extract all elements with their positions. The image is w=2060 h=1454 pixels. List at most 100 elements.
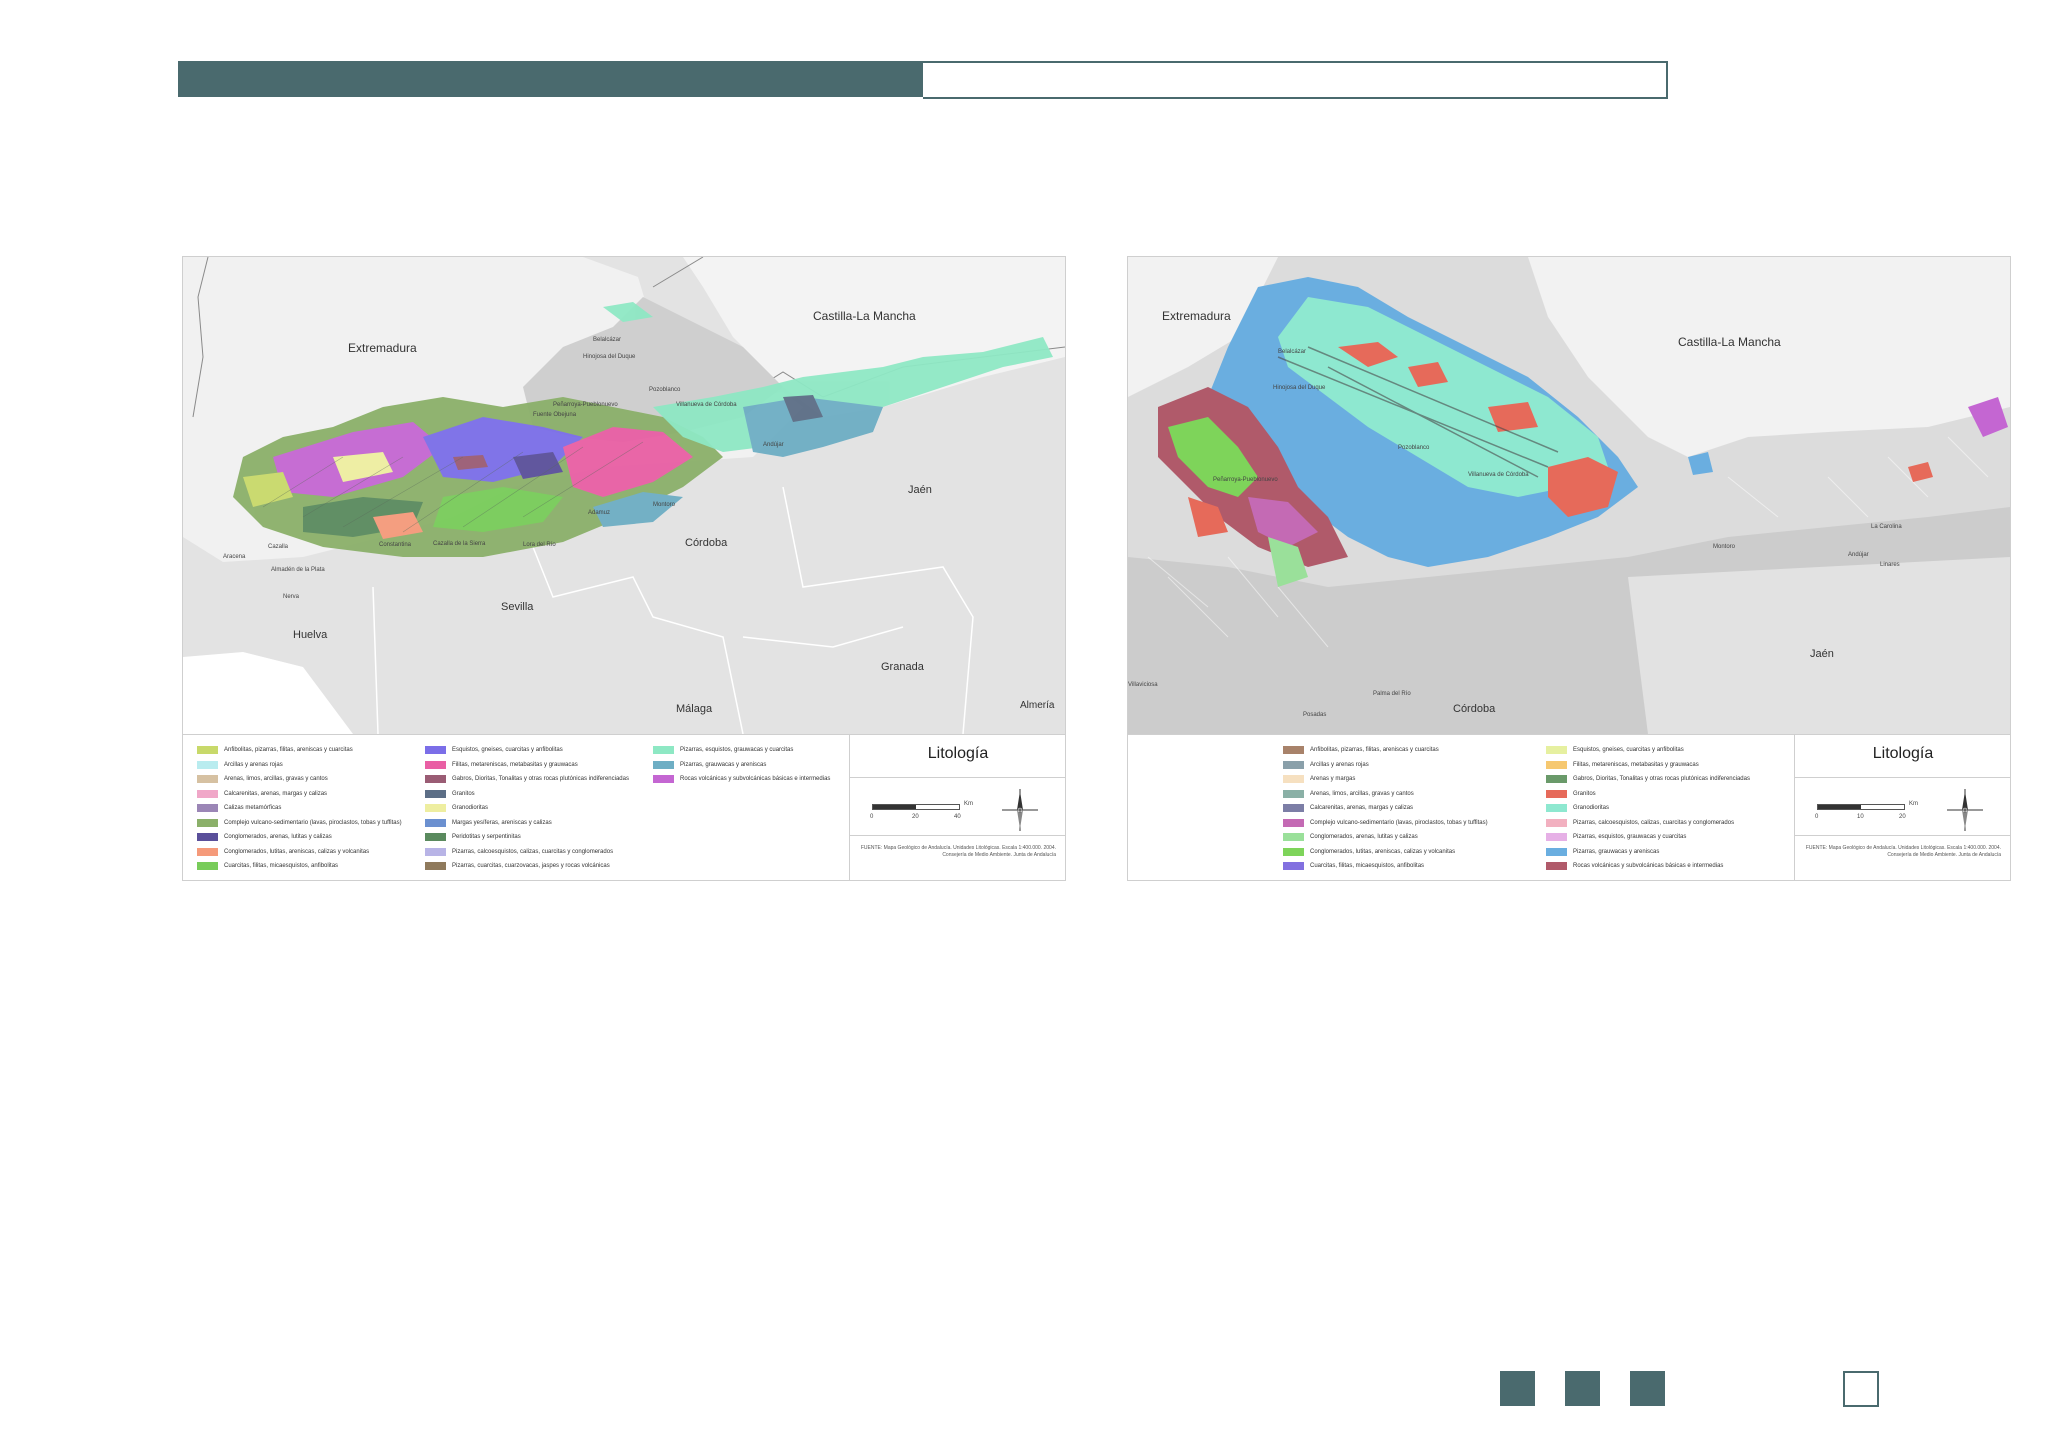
legend-item: Pizarras, calcoesquistos, calizas, cuarc…	[1546, 816, 1750, 831]
source-note: FUENTE: Mapa Geológico de Andalucía. Uni…	[860, 845, 1056, 858]
legend-swatch	[425, 818, 446, 827]
legend-label: Rocas volcánicas y subvolcánicas básicas…	[680, 776, 831, 783]
legend-swatch	[425, 775, 446, 784]
town-label: Fuente Obejuna	[533, 412, 577, 418]
legend-item: Cuarcitas, filitas, micaesquistos, anfib…	[1283, 859, 1488, 874]
legend-label: Peridotitas y serpentinitas	[452, 834, 521, 841]
legend-swatch	[1283, 862, 1304, 871]
legend-label: Calcarenitas, arenas, margas y calizas	[1310, 805, 1414, 812]
scale-bar	[872, 804, 960, 810]
divider	[1795, 777, 2010, 778]
town-label: Pozoblanco	[1398, 445, 1430, 451]
town-label: Almadén de la Plata	[271, 567, 325, 573]
legend-label: Conglomerados, lutitas, areniscas, caliz…	[224, 848, 370, 855]
town-label: Aracena	[223, 554, 246, 560]
page-nav-square[interactable]	[1630, 1371, 1665, 1406]
scale-unit: Km	[1909, 801, 1918, 807]
legend-item: Pizarras, calcoesquistos, calizas, cuarc…	[425, 845, 629, 860]
town-label: Palma del Río	[1373, 691, 1411, 697]
page-nav-square[interactable]	[1500, 1371, 1535, 1406]
legend-item: Pizarras, grauwacas y areniscas	[653, 758, 830, 773]
map-canvas: Extremadura Castilla-La Mancha Jaén Córd…	[1128, 257, 2010, 734]
legend-item: Filitas, metareniscas, metabasitas y gra…	[1546, 758, 1750, 773]
region-label-granada: Granada	[881, 661, 924, 673]
scale-tick: 0	[870, 814, 874, 820]
legend-swatch	[197, 833, 218, 842]
town-label: Adamuz	[588, 510, 611, 516]
town-label: Posadas	[1303, 712, 1327, 718]
legend-title: Litología	[1872, 745, 1934, 762]
scale-bar	[1817, 804, 1905, 810]
legend-item: Arenas, limos, arcillas, gravas y cantos	[197, 772, 402, 787]
town-label: Cazalla	[268, 544, 289, 550]
town-label: Nerva	[283, 594, 300, 600]
legend-title-box: Litología Km 0 10 20 FUENTE: Mapa Geológ…	[1794, 734, 2010, 880]
scale-tick: 10	[1857, 814, 1864, 820]
region-label-castilla-la-mancha: Castilla-La Mancha	[1678, 335, 1781, 349]
legend-swatch	[1283, 746, 1304, 755]
region-label-huelva: Huelva	[293, 629, 328, 641]
north-arrow-icon	[1002, 789, 1038, 831]
town-label: Lora del Río	[523, 542, 556, 548]
legend-swatch	[1546, 847, 1567, 856]
map-canvas: Extremadura Castilla-La Mancha Jaén Córd…	[183, 257, 1065, 734]
scale-unit: Km	[964, 801, 973, 807]
region-label-jaen: Jaén	[1810, 648, 1834, 660]
town-label: Pozoblanco	[649, 387, 681, 393]
town-label: Belalcázar	[593, 337, 622, 343]
page-nav-square[interactable]	[1565, 1371, 1600, 1406]
lithology-map-los-pedroches: Extremadura Castilla-La Mancha Jaén Córd…	[1127, 256, 2011, 881]
legend-swatch	[197, 746, 218, 755]
legend-label: Cuarcitas, filitas, micaesquistos, anfib…	[1310, 863, 1425, 870]
legend-item: Anfibolitas, pizarras, filitas, arenisca…	[1283, 743, 1488, 758]
legend-label: Complejo vulcano-sedimentario (lavas, pi…	[224, 819, 402, 826]
legend-label: Pizarras, esquistos, grauwacas y cuarcit…	[1573, 834, 1687, 841]
legend-label: Conglomerados, arenas, lutitas y calizas	[1310, 834, 1418, 841]
legend-label: Pizarras, calcoesquistos, calizas, cuarc…	[452, 848, 614, 855]
legend-swatch	[197, 804, 218, 813]
legend-item: Anfibolitas, pizarras, filitas, arenisca…	[197, 743, 402, 758]
legend-swatch	[1283, 804, 1304, 813]
legend-swatch	[1546, 833, 1567, 842]
legend-swatch	[653, 760, 674, 769]
town-label: La Carolina	[1871, 524, 1902, 530]
legend-swatch	[653, 746, 674, 755]
legend-item: Gabros, Dioritas, Tonalitas y otras roca…	[425, 772, 629, 787]
legend-label: Gabros, Dioritas, Tonalitas y otras roca…	[1573, 776, 1750, 783]
legend-label: Calcarenitas, arenas, margas y calizas	[224, 790, 328, 797]
map-graphic	[1128, 257, 2010, 734]
legend-item: Esquistos, gneises, cuarcitas y anfiboli…	[1546, 743, 1750, 758]
legend-item: Calcarenitas, arenas, margas y calizas	[197, 787, 402, 802]
legend-swatch	[425, 833, 446, 842]
source-note: FUENTE: Mapa Geológico de Andalucía. Uni…	[1805, 845, 2001, 858]
region-label-extremadura: Extremadura	[1162, 309, 1231, 323]
legend-label: Filitas, metareniscas, metabasitas y gra…	[1573, 761, 1699, 768]
legend-swatch	[1283, 775, 1304, 784]
page-nav-square-empty[interactable]	[1843, 1371, 1879, 1407]
legend-label: Arenas y margas	[1310, 776, 1356, 783]
header-bar	[178, 61, 1668, 99]
scale-tick: 0	[1815, 814, 1819, 820]
legend-item: Rocas volcánicas y subvolcánicas básicas…	[653, 772, 830, 787]
legend-item: Pizarras, esquistos, grauwacas y cuarcit…	[1546, 830, 1750, 845]
legend-swatch	[1546, 775, 1567, 784]
legend-item: Conglomerados, lutitas, areniscas, caliz…	[1283, 845, 1488, 860]
header-bar-filled	[178, 61, 923, 97]
town-label: Villaviciosa	[1128, 682, 1158, 688]
town-label: Montoro	[653, 502, 676, 508]
region-label-extremadura: Extremadura	[348, 341, 417, 355]
legend-item: Calcarenitas, arenas, margas y calizas	[1283, 801, 1488, 816]
legend-swatch	[1283, 789, 1304, 798]
legend-swatch	[197, 818, 218, 827]
header-bar-empty	[923, 61, 1668, 99]
legend-item: Gabros, Dioritas, Tonalitas y otras roca…	[1546, 772, 1750, 787]
legend-swatch	[197, 775, 218, 784]
legend-label: Anfibolitas, pizarras, filitas, arenisca…	[224, 747, 353, 754]
legend-label: Rocas volcánicas y subvolcánicas básicas…	[1573, 863, 1724, 870]
legend-item: Granitos	[425, 787, 629, 802]
legend-swatch	[197, 760, 218, 769]
legend-label: Pizarras, cuarcitas, cuarzovacas, jaspes…	[452, 863, 610, 870]
town-label: Villanueva de Córdoba	[676, 402, 737, 408]
region-label-cordoba: Córdoba	[1453, 703, 1496, 715]
legend-item: Pizarras, grauwacas y areniscas	[1546, 845, 1750, 860]
